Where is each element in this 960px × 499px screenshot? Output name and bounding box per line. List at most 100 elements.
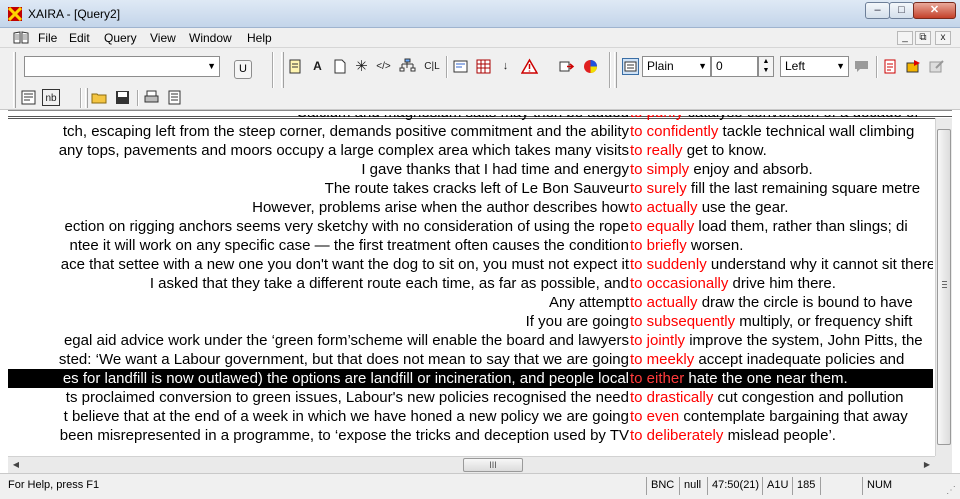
colour-wheel-icon[interactable] [582,58,599,75]
save-icon[interactable] [114,89,131,106]
node-word: to purify [630,115,683,121]
horizontal-scrollbar[interactable]: ◀ III ▶ [8,456,935,473]
style-select-value: Plain [647,59,674,73]
concordance-line[interactable]: been misrepresented in a programme, to ‘… [8,426,933,445]
mdi-close-button[interactable]: x [935,31,951,45]
close-button[interactable]: ✕ [913,2,956,19]
concordance-line[interactable]: es for landfill is now outlawed) the opt… [8,369,933,388]
left-context: tch, escaping left from the steep corner… [62,123,629,140]
node-and-right-context: to purify catalyse conversion of a decad… [630,115,919,122]
concordance-line[interactable]: However, problems arise when the author … [8,198,933,217]
concordance-line[interactable]: Any attempt to actually draw the circle i… [8,293,933,312]
node-word: to drastically [630,389,714,406]
sort-icon[interactable]: ↓ [497,58,514,75]
concordance-line[interactable]: ts proclaimed conversion to green issues… [8,388,933,407]
concordance-lines[interactable]: Calcium and magnesium salts may then be … [8,115,933,457]
status-message: For Help, press F1 [8,479,100,491]
toolbar-grip[interactable] [13,52,16,88]
flag-icon[interactable] [905,58,922,75]
number-stepper[interactable]: ▲ ▼ [758,56,774,77]
chevron-down-icon[interactable]: ▼ [836,57,845,76]
node-word: to surely [630,180,687,197]
maximize-button[interactable]: □ [889,2,914,19]
number-input[interactable]: 0 [711,56,758,77]
toolbar-grip[interactable] [614,52,617,88]
concordance-line[interactable]: ntee it will work on any specific case —… [8,236,933,255]
left-context: t believe that at the end of a week in w… [63,408,629,425]
tag-icon[interactable]: </> [375,58,392,75]
align-select[interactable]: Left ▼ [780,56,849,77]
concordance-line[interactable]: any tops, pavements and moors occupy a l… [8,141,933,160]
left-context: However, problems arise when the author … [252,199,629,216]
style-select[interactable]: Plain ▼ [642,56,711,77]
edit-query-icon[interactable] [452,58,469,75]
label-icon[interactable] [287,58,304,75]
wildcard-icon[interactable]: ✳ [353,58,370,75]
text-style-icon[interactable] [622,58,639,75]
concordance-line[interactable]: t believe that at the end of a week in w… [8,407,933,426]
chevron-down-icon[interactable]: ▼ [207,57,216,76]
cl-icon[interactable]: C|L [421,58,443,75]
concordance-view[interactable]: Calcium and magnesium salts may then be … [8,110,952,456]
mdi-minimize-button[interactable]: _ [897,31,913,45]
comment-icon[interactable] [853,58,870,75]
grid-icon[interactable] [475,58,492,75]
print-icon[interactable] [143,89,160,106]
status-position: 47:50(21) [707,477,763,495]
horizontal-scroll-thumb[interactable]: III [463,458,523,472]
page-icon[interactable] [166,89,183,106]
chevron-down-icon[interactable]: ▼ [698,57,707,76]
concordance-line[interactable]: egal aid advice work under the ‘green fo… [8,331,933,350]
concordance-line[interactable]: I gave thanks that I had time and energy… [8,160,933,179]
node-word: to jointly [630,332,686,349]
text-view-icon[interactable] [20,89,37,106]
concordance-line[interactable]: ace that settee with a new one you don't… [8,255,933,274]
number-input-value: 0 [716,59,723,73]
concordance-line[interactable]: ection on rigging anchors seems very ske… [8,217,933,236]
concordance-line[interactable]: sted: ‘We want a Labour government, but … [8,350,933,369]
export-icon[interactable] [558,58,575,75]
scroll-left-arrow-icon[interactable]: ◀ [8,457,24,473]
toolbar-grip[interactable] [13,88,16,108]
node-word: to equally [630,218,695,235]
open-folder-icon[interactable] [91,89,108,106]
document-menu-icon[interactable] [13,31,29,44]
nb-icon[interactable]: nb [42,89,60,106]
status-text-id: A1U [762,477,792,495]
title-bar[interactable]: XAIRA - [Query2] – □ ✕ [0,0,960,28]
right-context: get to know. [682,142,767,159]
document-icon[interactable] [331,58,348,75]
menu-help[interactable]: Help [247,31,272,45]
right-context: enjoy and absorb. [689,161,813,178]
menu-window[interactable]: Window [189,31,232,45]
node-and-right-context: to jointly improve the system, John Pitt… [630,331,923,350]
menu-edit[interactable]: Edit [69,31,90,45]
concordance-line[interactable]: The route takes cracks left of Le Bon Sa… [8,179,933,198]
sort-lines-icon[interactable] [882,58,899,75]
search-input[interactable]: ▼ [24,56,220,77]
concordance-line[interactable]: If you are going to subsequently multiply… [8,312,933,331]
concordance-line[interactable]: I asked that they take a different route… [8,274,933,293]
vertical-scrollbar[interactable] [935,118,952,456]
tree-icon[interactable] [399,58,416,75]
toolbar-grip[interactable] [85,88,88,108]
status-blank [820,477,860,495]
scroll-right-arrow-icon[interactable]: ▶ [919,457,935,473]
menu-file[interactable]: File [38,31,57,45]
node-and-right-context: to deliberately mislead people’. [630,426,836,445]
font-icon[interactable]: A [309,58,326,75]
menu-view[interactable]: View [150,31,176,45]
right-context: mislead people’. [723,427,836,444]
mdi-restore-button[interactable]: ⧉ [915,31,931,45]
disabled-edit-icon[interactable] [928,58,945,75]
toolbar-grip[interactable] [281,52,284,88]
minimize-button[interactable]: – [865,2,890,19]
u-button[interactable]: U [234,60,252,79]
menu-query[interactable]: Query [104,31,137,45]
vertical-scroll-thumb[interactable] [937,129,951,445]
concordance-line[interactable]: tch, escaping left from the steep corner… [8,122,933,141]
align-select-value: Left [785,59,806,73]
concordance-line[interactable]: Calcium and magnesium salts may then be … [8,115,933,122]
warning-icon[interactable] [520,58,539,75]
resize-grip-icon[interactable]: ⋰ [946,485,958,497]
